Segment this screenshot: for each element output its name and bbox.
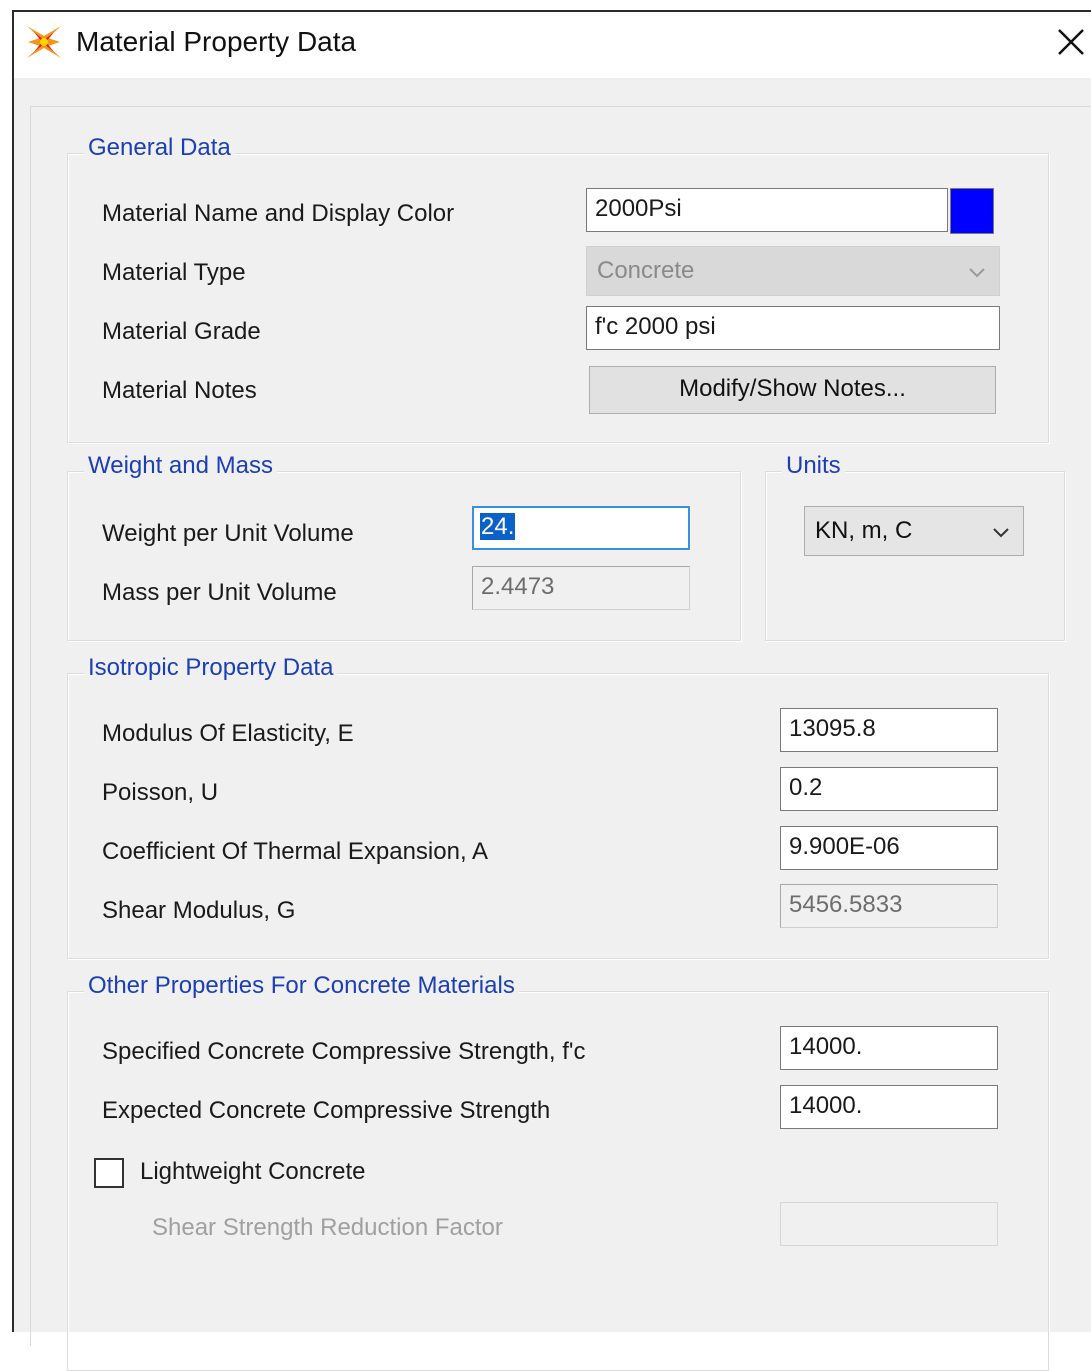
display-color-button[interactable]	[950, 188, 994, 234]
expected-strength-input[interactable]: 14000.	[780, 1085, 998, 1129]
material-type-value: Concrete	[597, 257, 695, 284]
units-title: Units	[782, 452, 845, 480]
material-grade-input[interactable]: f'c 2000 psi	[586, 306, 1000, 350]
lightweight-concrete-label[interactable]: Lightweight Concrete	[140, 1158, 365, 1186]
mass-per-volume-label: Mass per Unit Volume	[102, 579, 337, 606]
close-icon[interactable]	[1051, 22, 1091, 62]
weight-mass-title: Weight and Mass	[84, 452, 277, 480]
general-data-title: General Data	[84, 134, 235, 162]
units-value: KN, m, C	[815, 517, 913, 544]
units-select[interactable]: KN, m, C	[804, 506, 1024, 556]
isotropic-data-group: Isotropic Property Data Modulus Of Elast…	[67, 654, 1049, 959]
title-bar: Material Property Data	[14, 12, 1091, 78]
material-notes-label: Material Notes	[102, 377, 257, 404]
thermal-expansion-label: Coefficient Of Thermal Expansion, A	[102, 838, 488, 865]
concrete-properties-group: Other Properties For Concrete Materials …	[67, 972, 1049, 1371]
weight-mass-group: Weight and Mass Weight per Unit Volume 2…	[67, 452, 741, 641]
weight-per-volume-label: Weight per Unit Volume	[102, 520, 354, 547]
chevron-down-icon	[969, 268, 985, 278]
concrete-properties-title: Other Properties For Concrete Materials	[84, 972, 519, 1000]
lightweight-concrete-checkbox[interactable]	[94, 1158, 124, 1188]
material-name-label: Material Name and Display Color	[102, 200, 455, 227]
modulus-elasticity-label: Modulus Of Elasticity, E	[102, 720, 354, 747]
shear-reduction-factor-field	[780, 1202, 998, 1246]
specified-strength-label: Specified Concrete Compressive Strength,…	[102, 1038, 586, 1065]
material-grade-label: Material Grade	[102, 318, 261, 345]
isotropic-data-title: Isotropic Property Data	[84, 654, 338, 682]
shear-modulus-field: 5456.5833	[780, 884, 998, 928]
modulus-elasticity-input[interactable]: 13095.8	[780, 708, 998, 752]
modify-show-notes-button[interactable]: Modify/Show Notes...	[589, 366, 996, 414]
expected-strength-label: Expected Concrete Compressive Strength	[102, 1097, 551, 1124]
material-type-label: Material Type	[102, 259, 246, 286]
dialog-client-area: General Data Material Name and Display C…	[30, 106, 1090, 1371]
poisson-input[interactable]: 0.2	[780, 767, 998, 811]
weight-per-volume-value: 24.	[480, 513, 516, 540]
material-property-dialog: Material Property Data General Data Mate…	[12, 10, 1091, 1371]
units-group: Units KN, m, C	[765, 452, 1065, 641]
poisson-label: Poisson, U	[102, 779, 219, 806]
app-icon	[24, 22, 64, 62]
chevron-down-icon	[993, 528, 1009, 538]
thermal-expansion-input[interactable]: 9.900E-06	[780, 826, 998, 870]
weight-per-volume-input[interactable]: 24.	[472, 506, 690, 550]
specified-strength-input[interactable]: 14000.	[780, 1026, 998, 1070]
general-data-group: General Data Material Name and Display C…	[67, 134, 1049, 443]
window-title: Material Property Data	[76, 26, 357, 57]
material-name-input[interactable]: 2000Psi	[586, 188, 948, 232]
shear-modulus-label: Shear Modulus, G	[102, 897, 296, 924]
mass-per-volume-field: 2.4473	[472, 566, 690, 610]
shear-reduction-factor-label: Shear Strength Reduction Factor	[152, 1214, 503, 1241]
material-type-select: Concrete	[586, 246, 1000, 296]
